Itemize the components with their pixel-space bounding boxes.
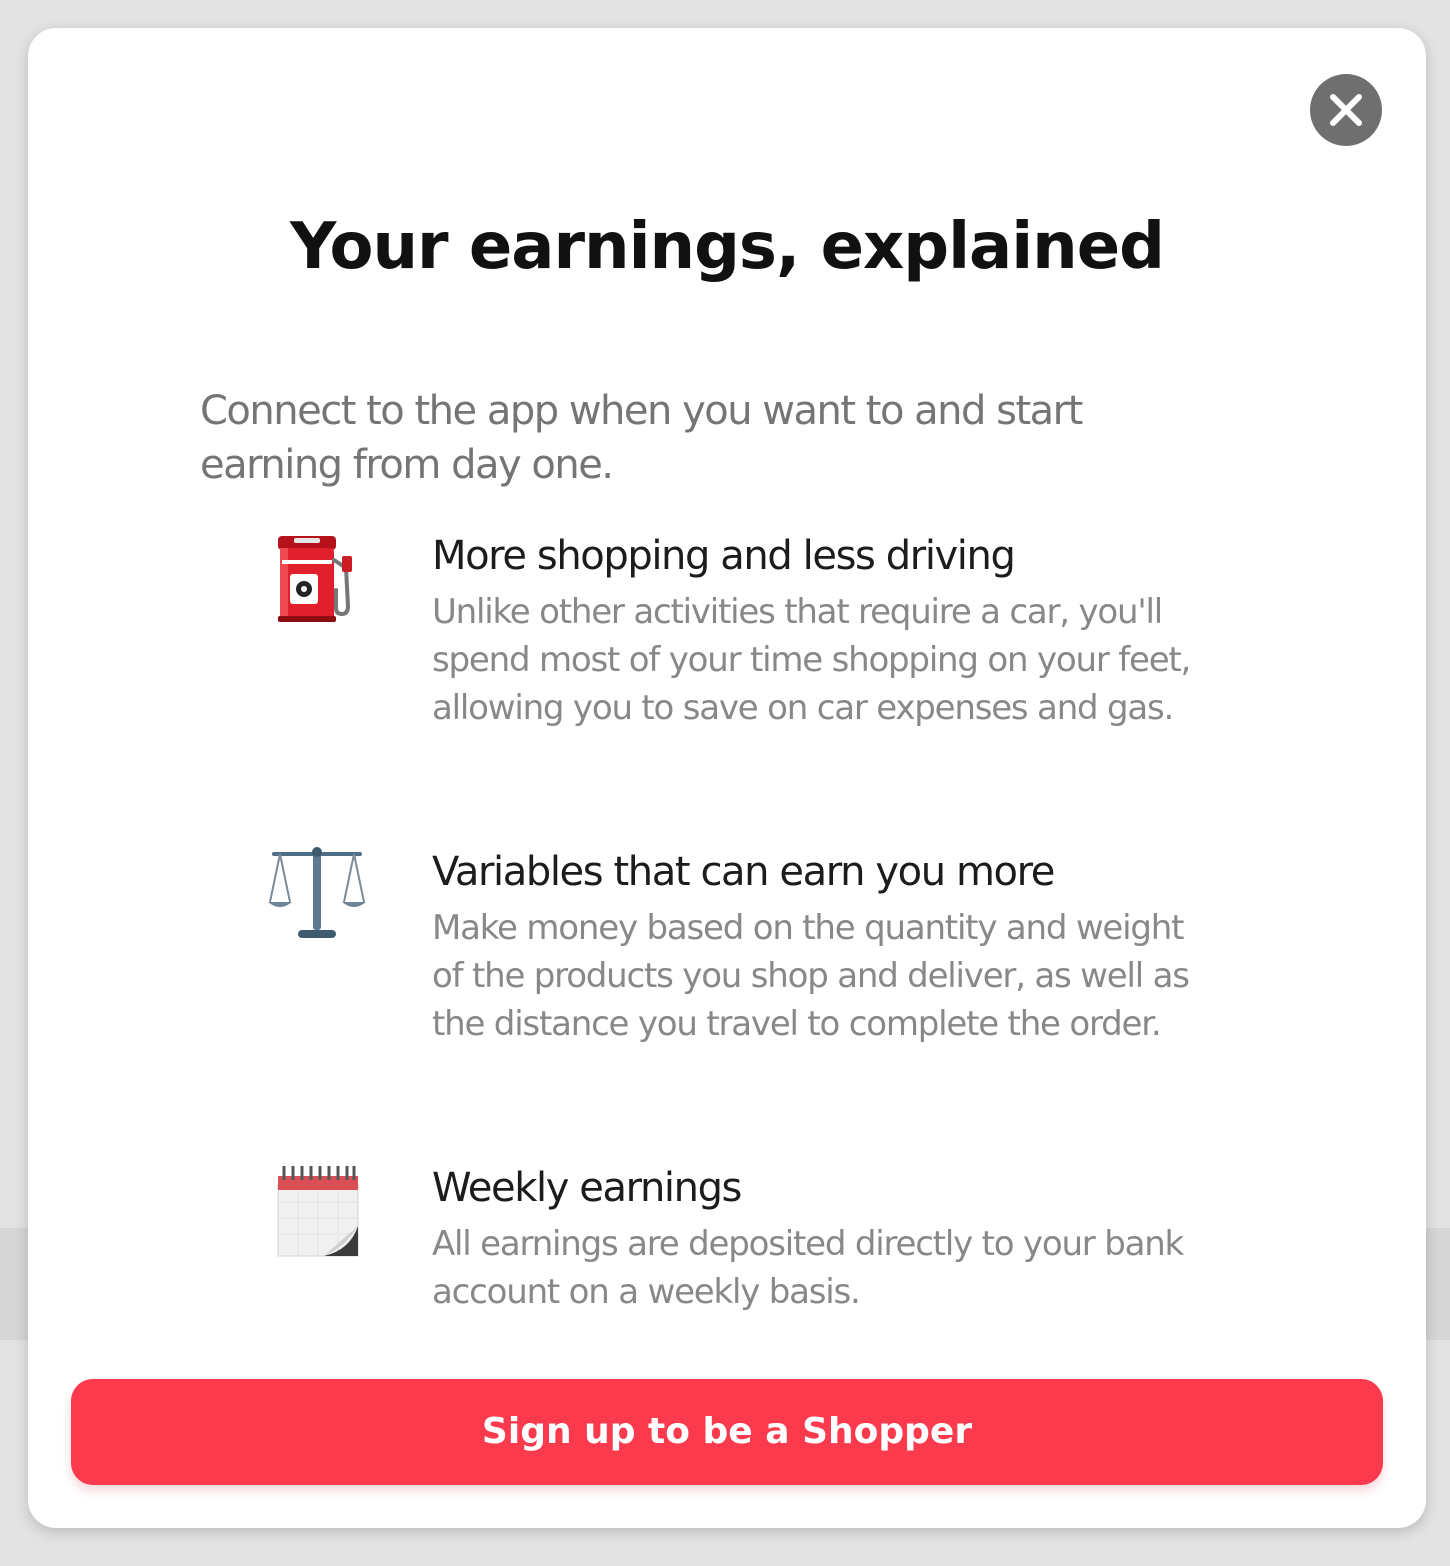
balance-scale-icon	[268, 847, 366, 938]
close-icon	[1330, 94, 1362, 126]
feature-title: More shopping and less driving	[432, 533, 1016, 579]
close-button[interactable]	[1310, 74, 1382, 146]
fuel-pump-icon	[278, 536, 352, 622]
earnings-modal: Your earnings, explained Connect to the …	[28, 28, 1426, 1528]
feature-description: Unlike other activities that require a c…	[432, 592, 1191, 728]
feature-description: Make money based on the quantity and wei…	[432, 908, 1190, 1044]
sign-up-shopper-button[interactable]: Sign up to be a Shopper	[71, 1379, 1383, 1485]
feature-title: Weekly earnings	[432, 1165, 742, 1211]
modal-intro: Connect to the app when you want to and …	[200, 388, 1083, 488]
feature-title: Variables that can earn you more	[432, 849, 1055, 895]
calendar-icon	[277, 1166, 359, 1257]
modal-title: Your earnings, explained	[290, 210, 1165, 284]
feature-description: All earnings are deposited directly to y…	[432, 1224, 1184, 1312]
